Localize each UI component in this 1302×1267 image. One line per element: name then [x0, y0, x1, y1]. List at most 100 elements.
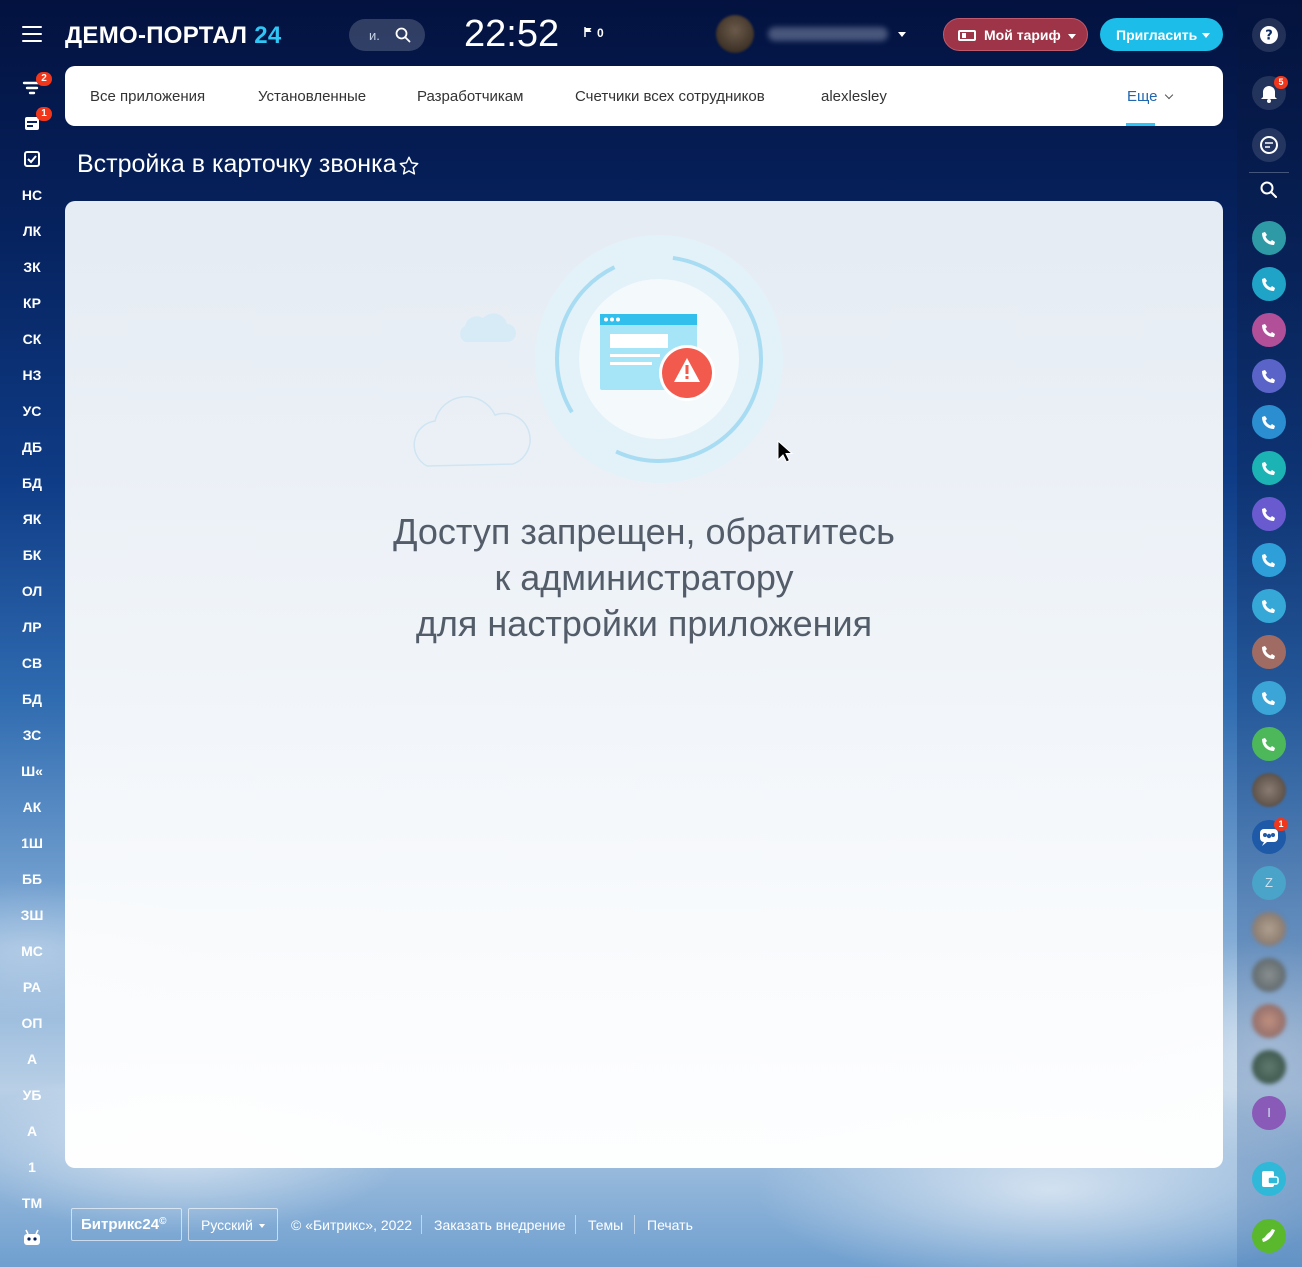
chevron-down-icon — [898, 32, 906, 37]
call-contact[interactable] — [1252, 727, 1286, 761]
left-menu-item[interactable]: ЯК — [0, 510, 64, 546]
help-button[interactable]: ? — [1252, 18, 1286, 52]
avatar[interactable] — [1252, 1004, 1286, 1038]
my-tariff-button[interactable]: Мой тариф — [943, 18, 1088, 51]
left-menu-item[interactable]: НС — [0, 186, 64, 222]
tab-installed[interactable]: Установленные — [258, 88, 366, 105]
tab-more[interactable]: Еще — [1127, 88, 1173, 105]
call-contact[interactable] — [1252, 635, 1286, 669]
left-menu-item[interactable]: ЗС — [0, 726, 64, 762]
themes-link[interactable]: Темы — [588, 1217, 623, 1233]
invite-button[interactable]: Пригласить — [1100, 18, 1223, 51]
tab-developers[interactable]: Разработчикам — [417, 88, 523, 105]
footer-copyright: © «Битрикс», 2022 — [291, 1217, 413, 1233]
avatar[interactable] — [1252, 1050, 1286, 1084]
left-menu-item[interactable]: ББ — [0, 870, 64, 906]
left-menu-item[interactable]: МС — [0, 942, 64, 978]
access-denied-line: к администратору — [494, 557, 794, 598]
tab-all-apps[interactable]: Все приложения — [90, 88, 205, 105]
left-menu-item[interactable]: БД — [0, 690, 64, 726]
left-menu-item[interactable]: ЗШ — [0, 906, 64, 942]
viber-phone-icon — [1262, 278, 1275, 291]
open-lines-button[interactable] — [1252, 1162, 1286, 1196]
call-contact[interactable] — [1252, 359, 1286, 393]
robot-icon[interactable] — [22, 1229, 42, 1249]
language-select[interactable]: Русский — [188, 1208, 278, 1241]
menu-burger-icon[interactable] — [22, 26, 42, 42]
avatar[interactable] — [1252, 773, 1286, 807]
left-menu-item[interactable]: УБ — [0, 1086, 64, 1122]
left-menu-item[interactable]: 1 — [0, 1158, 64, 1194]
footer-divider — [575, 1215, 576, 1234]
tasks-icon[interactable] — [22, 149, 42, 169]
messages-button[interactable] — [1252, 128, 1286, 162]
viber-phone-icon — [1262, 692, 1275, 705]
avatar[interactable] — [1252, 958, 1286, 992]
left-menu-item[interactable]: Ш« — [0, 762, 64, 798]
call-contact[interactable] — [1252, 313, 1286, 347]
language-label: Русский — [201, 1217, 253, 1233]
calendar-icon[interactable]: 1 — [22, 107, 52, 133]
search-input[interactable]: и. — [349, 19, 425, 51]
avatar[interactable] — [1252, 912, 1286, 946]
call-contact[interactable] — [1252, 451, 1286, 485]
left-menu-item[interactable]: ЛК — [0, 222, 64, 258]
help-icon: ? — [1260, 26, 1278, 44]
group-chat-button[interactable]: 1 — [1252, 818, 1288, 854]
order-implementation-link[interactable]: Заказать внедрение — [434, 1217, 566, 1233]
clock[interactable]: 22:52 — [464, 13, 559, 56]
filter-icon[interactable]: 2 — [22, 72, 52, 98]
call-contact[interactable] — [1252, 405, 1286, 439]
left-menu-item[interactable]: КР — [0, 294, 64, 330]
phone-call-button[interactable] — [1252, 1219, 1286, 1253]
invite-label: Пригласить — [1116, 27, 1198, 43]
print-link[interactable]: Печать — [647, 1217, 693, 1233]
call-contact[interactable] — [1252, 267, 1286, 301]
left-menu-item[interactable]: АК — [0, 798, 64, 834]
right-search-button[interactable] — [1252, 173, 1286, 207]
left-menu-item[interactable]: БД — [0, 474, 64, 510]
warning-icon — [659, 345, 715, 401]
search-icon — [395, 27, 411, 43]
left-menu-item[interactable]: РА — [0, 978, 64, 1014]
bitrix24-footer-logo[interactable]: Битрикс24© — [71, 1208, 182, 1241]
call-contact[interactable] — [1252, 543, 1286, 577]
contact-i[interactable]: I — [1252, 1096, 1286, 1130]
viber-phone-icon — [1262, 370, 1275, 383]
app-tabs-bar: Все приложения Установленные Разработчик… — [65, 66, 1223, 126]
work-day-flag[interactable]: 0 — [584, 26, 604, 40]
notifications-button[interactable]: 5 — [1252, 76, 1288, 110]
contact-z[interactable]: Z — [1252, 866, 1286, 900]
user-menu[interactable] — [716, 15, 916, 55]
battery-icon — [958, 30, 976, 41]
left-menu-item[interactable]: ЛР — [0, 618, 64, 654]
left-menu-item[interactable]: 1Ш — [0, 834, 64, 870]
cloud-small-icon — [460, 313, 516, 342]
viber-phone-icon — [1262, 600, 1275, 613]
access-denied-line: Доступ запрещен, обратитесь — [393, 511, 895, 552]
tab-counters[interactable]: Счетчики всех сотрудников — [575, 88, 765, 105]
left-menu-item[interactable]: А — [0, 1122, 64, 1158]
tab-more-label: Еще — [1127, 88, 1158, 105]
left-menu-item[interactable]: ЗК — [0, 258, 64, 294]
left-menu-item[interactable]: ДБ — [0, 438, 64, 474]
tab-alexlesley[interactable]: alexlesley — [821, 88, 887, 105]
access-denied-message: Доступ запрещен, обратитесь к администра… — [65, 509, 1223, 647]
left-menu-item[interactable]: ТМ — [0, 1194, 64, 1230]
call-contact[interactable] — [1252, 221, 1286, 255]
left-menu-item[interactable]: СВ — [0, 654, 64, 690]
active-tab-underline — [1126, 123, 1155, 126]
left-menu-item[interactable]: УС — [0, 402, 64, 438]
call-contact[interactable] — [1252, 497, 1286, 531]
left-menu-item[interactable]: А — [0, 1050, 64, 1086]
left-menu-item[interactable]: ОЛ — [0, 582, 64, 618]
star-icon[interactable] — [398, 155, 420, 177]
call-contact[interactable] — [1252, 681, 1286, 715]
left-menu-item[interactable]: НЗ — [0, 366, 64, 402]
left-menu-item[interactable]: СК — [0, 330, 64, 366]
left-menu-item[interactable]: ОП — [0, 1014, 64, 1050]
chat-badge: 1 — [1274, 818, 1288, 831]
portal-logo[interactable]: ДЕМО-ПОРТАЛ 24 — [65, 22, 282, 50]
call-contact[interactable] — [1252, 589, 1286, 623]
left-menu-item[interactable]: БК — [0, 546, 64, 582]
